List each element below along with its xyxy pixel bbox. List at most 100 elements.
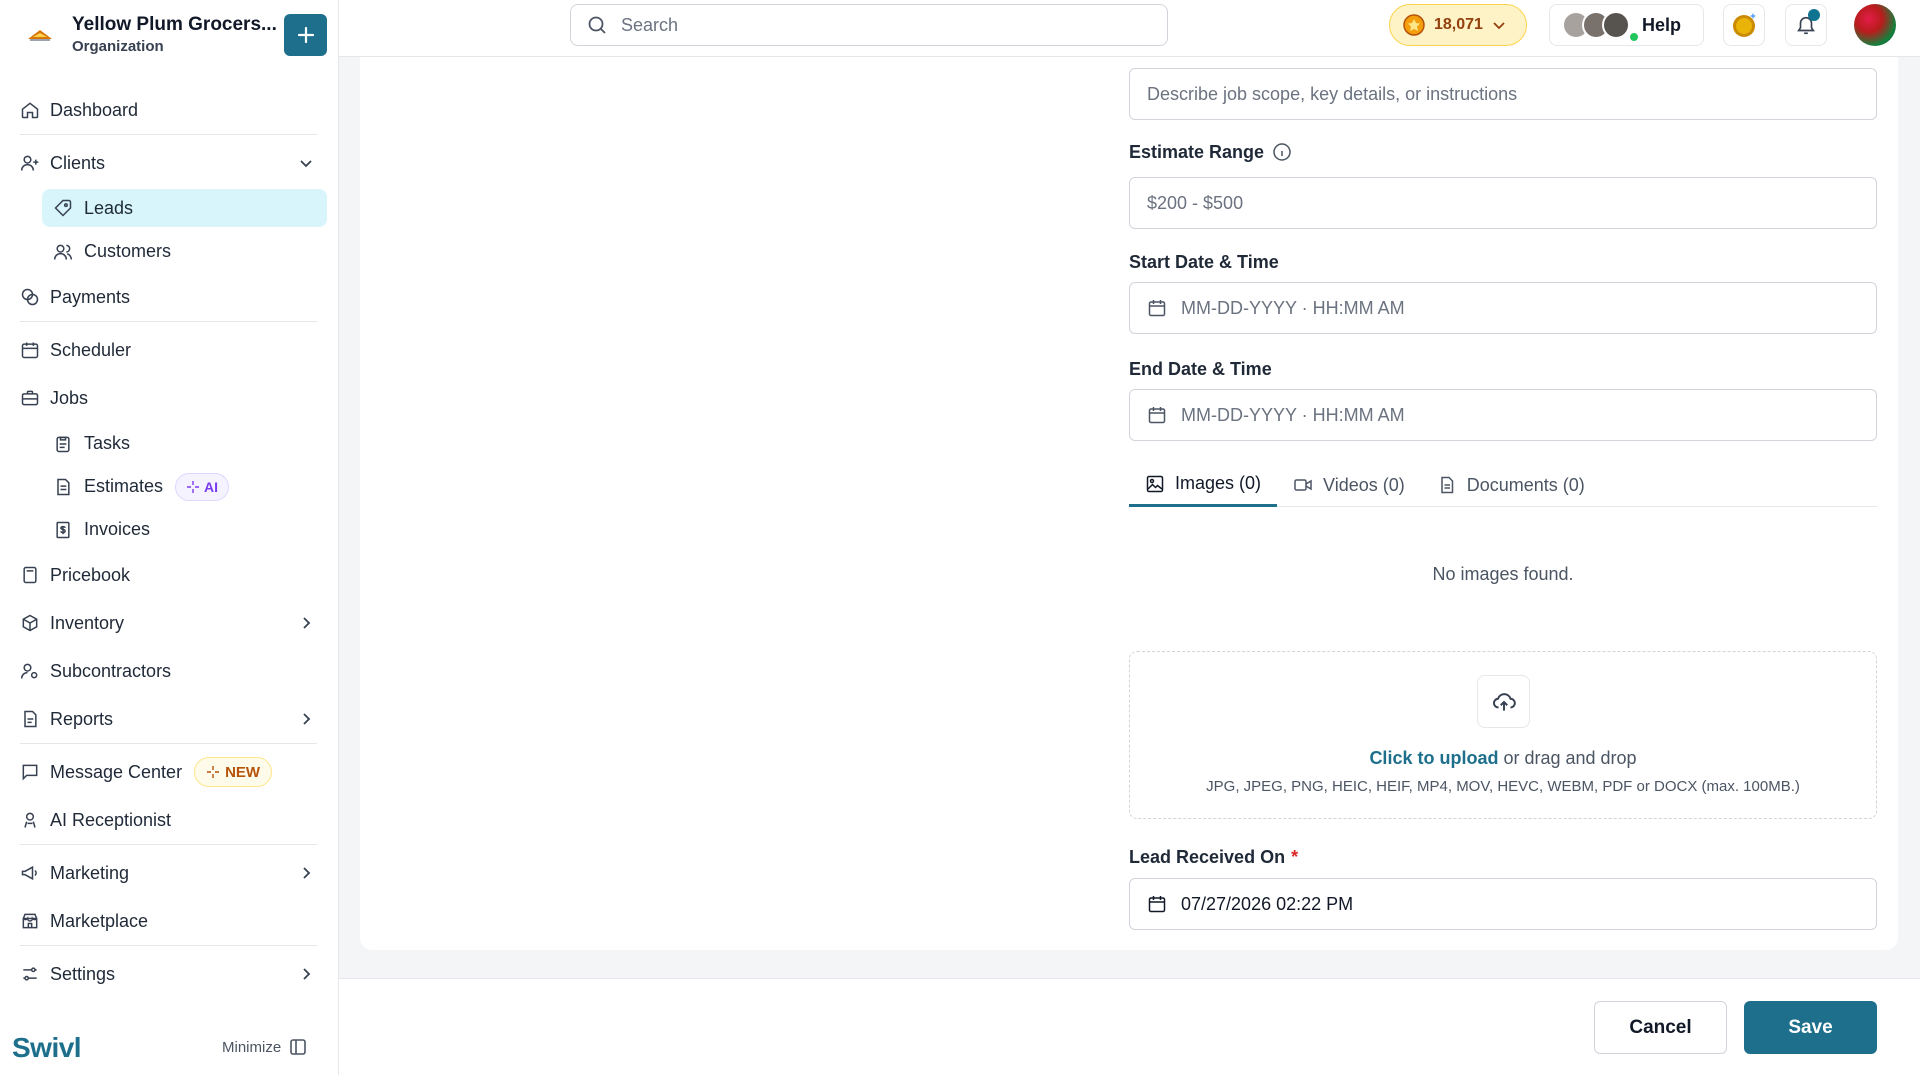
megaphone-icon (21, 865, 37, 881)
sidebar: Yellow Plum Grocers... Organization Dash… (0, 0, 339, 1075)
sidebar-item-clients[interactable]: Clients (0, 139, 339, 187)
end-date-label: End Date & Time (1129, 358, 1272, 379)
nav-divider (20, 743, 317, 744)
drag-and-drop-text: or drag and drop (1498, 748, 1637, 768)
nav-divider (20, 844, 317, 845)
image-icon (1146, 475, 1164, 492)
upload-instructions: Click to upload or drag and drop (1130, 748, 1876, 769)
sidebar-item-scheduler[interactable]: Scheduler (0, 326, 339, 374)
box-icon (22, 614, 38, 632)
sidebar-item-subcontractors[interactable]: Subcontractors (0, 647, 339, 695)
tab-videos[interactable]: Videos (0) (1277, 463, 1421, 507)
calendar-icon (1148, 407, 1166, 424)
lead-received-input[interactable]: 07/27/2026 02:22 PM (1129, 878, 1877, 930)
quick-add-button[interactable] (284, 14, 327, 56)
notifications-button[interactable] (1785, 4, 1827, 46)
minimize-sidebar-button[interactable]: Minimize (222, 1038, 307, 1056)
nav-divider (20, 321, 317, 322)
search-input[interactable] (621, 14, 1141, 36)
tab-documents[interactable]: Documents (0) (1421, 463, 1601, 507)
coins-icon (21, 288, 39, 306)
org-switcher[interactable]: Yellow Plum Grocers... Organization (24, 12, 324, 58)
sidebar-item-label: Scheduler (50, 339, 132, 360)
coin-icon (1403, 14, 1425, 36)
lead-received-field: Lead Received On * 07/27/2026 02:22 PM (1129, 845, 1877, 930)
sparkle-icon (207, 766, 220, 778)
sidebar-item-message-center[interactable]: Message Center NEW (0, 748, 339, 796)
help-button[interactable]: Help (1549, 4, 1704, 46)
sidebar-item-inventory[interactable]: Inventory (0, 599, 339, 647)
nav-divider (20, 945, 317, 946)
clipboard-icon (56, 436, 70, 452)
calendar-icon (21, 342, 39, 359)
ai-badge-label: AI (204, 478, 219, 495)
tab-images[interactable]: Images (0) (1129, 463, 1278, 507)
sidebar-item-label: Estimates (84, 476, 164, 496)
user-gear-icon (20, 663, 38, 679)
sidebar-item-label: Clients (50, 152, 106, 173)
message-icon (22, 764, 38, 781)
sidebar-item-customers[interactable]: Customers (0, 230, 339, 273)
document-icon (1441, 476, 1453, 494)
credits-dropdown[interactable]: 18,071 (1389, 4, 1527, 46)
sidebar-item-label: Payments (50, 286, 131, 307)
rewards-button[interactable] (1723, 4, 1765, 46)
sidebar-item-leads[interactable]: Leads (42, 189, 327, 227)
sidebar-item-tasks[interactable]: Tasks (0, 422, 339, 465)
sidebar-item-marketplace[interactable]: Marketplace (0, 897, 339, 945)
no-images-message: No images found. (1432, 564, 1574, 584)
chevron-right-icon (303, 968, 311, 980)
sidebar-item-pricebook[interactable]: Pricebook (0, 551, 339, 599)
sidebar-item-payments[interactable]: Payments (0, 273, 339, 321)
plus-icon (297, 26, 314, 44)
info-icon[interactable] (1272, 142, 1292, 162)
user-plus-icon (20, 155, 39, 171)
sidebar-item-estimates[interactable]: Estimates AI (0, 465, 339, 508)
home-icon (21, 102, 39, 119)
sidebar-item-invoices[interactable]: Invoices (0, 508, 339, 551)
video-camera-icon (1294, 479, 1312, 491)
start-date-label: Start Date & Time (1129, 251, 1279, 272)
search-box[interactable] (570, 4, 1168, 46)
org-logo-icon (28, 30, 52, 41)
sidebar-nav: Dashboard Clients Leads Customers Paymen… (0, 86, 339, 998)
save-button[interactable]: Save (1744, 1001, 1877, 1054)
leads-tag-icon (54, 199, 72, 217)
sidebar-item-reports[interactable]: Reports (0, 695, 339, 743)
rewards-coin-icon (1733, 13, 1756, 37)
form-footer: Cancel Save (339, 978, 1920, 1075)
brand-logo: Swivl (12, 1032, 82, 1063)
end-date-input[interactable]: MM-DD-YYYY · HH:MM AM (1129, 389, 1877, 441)
sidebar-item-marketing[interactable]: Marketing (0, 849, 339, 897)
user-avatar[interactable] (1854, 4, 1896, 46)
upload-button[interactable] (1477, 675, 1530, 728)
start-date-input[interactable]: MM-DD-YYYY · HH:MM AM (1129, 282, 1877, 334)
briefcase-icon (21, 390, 39, 406)
report-icon (24, 710, 37, 728)
sidebar-item-ai-receptionist[interactable]: AI Receptionist (0, 796, 339, 844)
click-to-upload-link[interactable]: Click to upload (1369, 748, 1498, 768)
sidebar-item-label: Reports (50, 708, 114, 729)
sidebar-item-settings[interactable]: Settings (0, 950, 339, 998)
lead-received-value: 07/27/2026 02:22 PM (1181, 893, 1354, 914)
description-input[interactable]: Describe job scope, key details, or inst… (1129, 68, 1877, 120)
sidebar-item-label: Settings (50, 963, 116, 984)
start-date-field: Start Date & Time MM-DD-YYYY · HH:MM AM (1129, 250, 1877, 334)
chevron-down-icon (1493, 22, 1505, 30)
new-badge-label: NEW (225, 763, 261, 781)
tab-label: Documents (0) (1466, 474, 1585, 495)
sidebar-item-jobs[interactable]: Jobs (0, 374, 339, 422)
sidebar-item-label: Dashboard (50, 99, 139, 120)
receptionist-icon (24, 812, 36, 828)
upload-dropzone[interactable]: Click to upload or drag and drop JPG, JP… (1129, 651, 1877, 819)
estimate-range-input[interactable]: $200 - $500 (1129, 177, 1877, 229)
sidebar-item-dashboard[interactable]: Dashboard (0, 86, 339, 134)
media-tabs: Images (0) Videos (0) Documents (0) (1129, 463, 1877, 507)
calculator-icon (23, 566, 37, 584)
sidebar-item-label: AI Receptionist (50, 809, 172, 830)
lead-received-label: Lead Received On (1129, 846, 1286, 867)
store-icon (22, 913, 38, 929)
sidebar-item-label: Jobs (50, 387, 89, 408)
search-icon (588, 16, 606, 34)
cancel-button[interactable]: Cancel (1594, 1001, 1727, 1054)
